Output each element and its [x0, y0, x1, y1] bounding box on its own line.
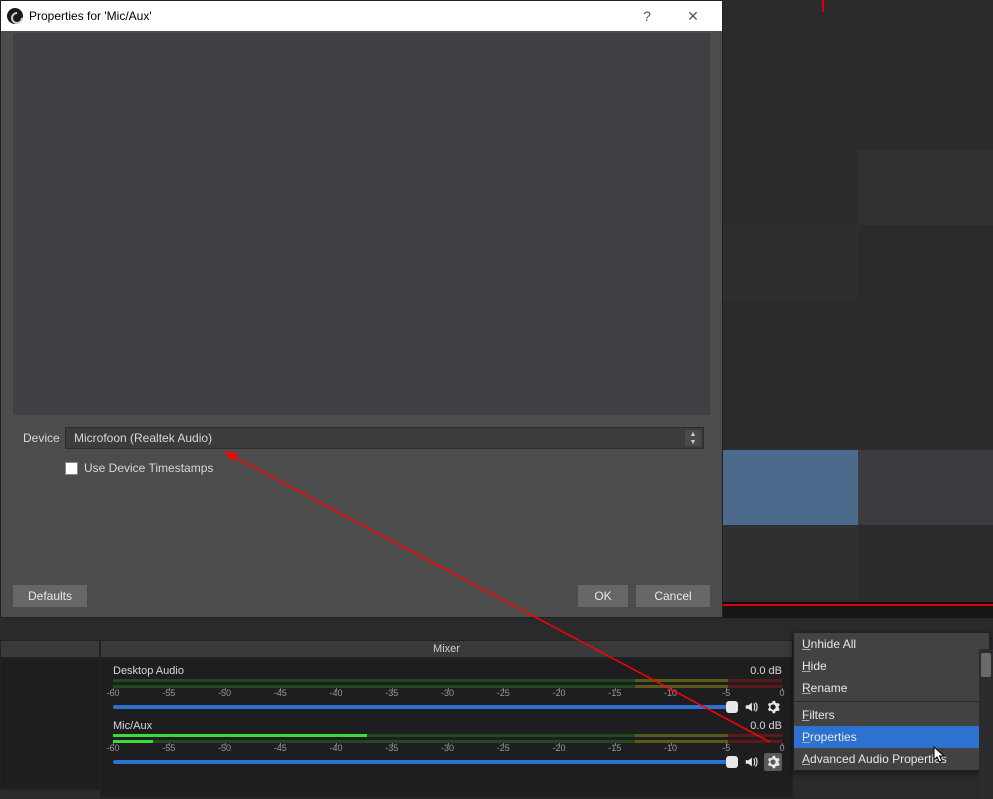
window-title: Properties for 'Mic/Aux' [29, 9, 152, 23]
context-menu: Unhide AllHideRename FiltersPropertiesAdv… [793, 632, 990, 771]
properties-dialog: Properties for 'Mic/Aux' ? ✕ Device Micr… [0, 0, 723, 618]
volume-slider[interactable] [113, 760, 738, 764]
mixer-panel: Desktop Audio0.0 dB-60-55-50-45-40-35-30… [100, 658, 793, 798]
side-panel [0, 658, 100, 790]
scrollbar-thumb[interactable] [981, 653, 991, 677]
playhead-marker [822, 0, 824, 12]
gear-icon[interactable] [764, 753, 782, 771]
mouse-cursor [933, 746, 947, 764]
menu-item-properties[interactable]: Properties [794, 726, 989, 748]
menu-item-advanced-audio-properties[interactable]: Advanced Audio Properties [794, 748, 989, 770]
speaker-icon[interactable] [742, 698, 760, 716]
defaults-button[interactable]: Defaults [13, 585, 87, 607]
volume-slider[interactable] [113, 705, 738, 709]
device-select-value: Microfoon (Realtek Audio) [74, 431, 212, 445]
mixer-channel: Mic/Aux0.0 dB -60-55-50-45-40-35-30-25-20… [113, 720, 782, 771]
vertical-scrollbar[interactable] [979, 649, 993, 799]
channel-name: Desktop Audio [113, 665, 750, 677]
menu-item-unhide-all[interactable]: Unhide All [794, 633, 989, 655]
cancel-button[interactable]: Cancel [636, 585, 710, 607]
select-spinner[interactable]: ▲ ▼ [685, 430, 701, 446]
chevron-up-icon: ▲ [685, 430, 701, 438]
device-select[interactable]: Microfoon (Realtek Audio) ▲ ▼ [65, 427, 704, 449]
menu-item-filters[interactable]: Filters [794, 704, 989, 726]
mixer-channel: Desktop Audio0.0 dB -60-55-50-45-40-35-30… [113, 665, 782, 716]
speaker-icon[interactable] [742, 753, 760, 771]
slider-thumb[interactable] [726, 756, 738, 768]
gear-icon[interactable] [764, 698, 782, 716]
obs-icon [7, 8, 23, 24]
menu-item-rename[interactable]: Rename [794, 677, 989, 699]
channel-name: Mic/Aux [113, 720, 750, 732]
titlebar[interactable]: Properties for 'Mic/Aux' ? ✕ [1, 1, 722, 31]
use-timestamps-label: Use Device Timestamps [84, 461, 213, 475]
device-label: Device [23, 431, 65, 445]
close-button[interactable]: ✕ [670, 1, 716, 31]
ok-button[interactable]: OK [578, 585, 628, 607]
mixer-title: Mixer [100, 640, 793, 658]
panel-header-empty [0, 640, 100, 658]
menu-item-hide[interactable]: Hide [794, 655, 989, 677]
menu-separator [794, 701, 989, 702]
slider-thumb[interactable] [726, 701, 738, 713]
source-preview [13, 33, 710, 415]
audio-meter: -60-55-50-45-40-35-30-25-20-15-10-50 [113, 679, 782, 695]
chevron-down-icon: ▼ [685, 438, 701, 446]
channel-db: 0.0 dB [750, 720, 782, 732]
use-timestamps-checkbox[interactable] [65, 462, 78, 475]
audio-meter: -60-55-50-45-40-35-30-25-20-15-10-50 [113, 734, 782, 750]
channel-db: 0.0 dB [750, 665, 782, 677]
help-button[interactable]: ? [624, 1, 670, 31]
